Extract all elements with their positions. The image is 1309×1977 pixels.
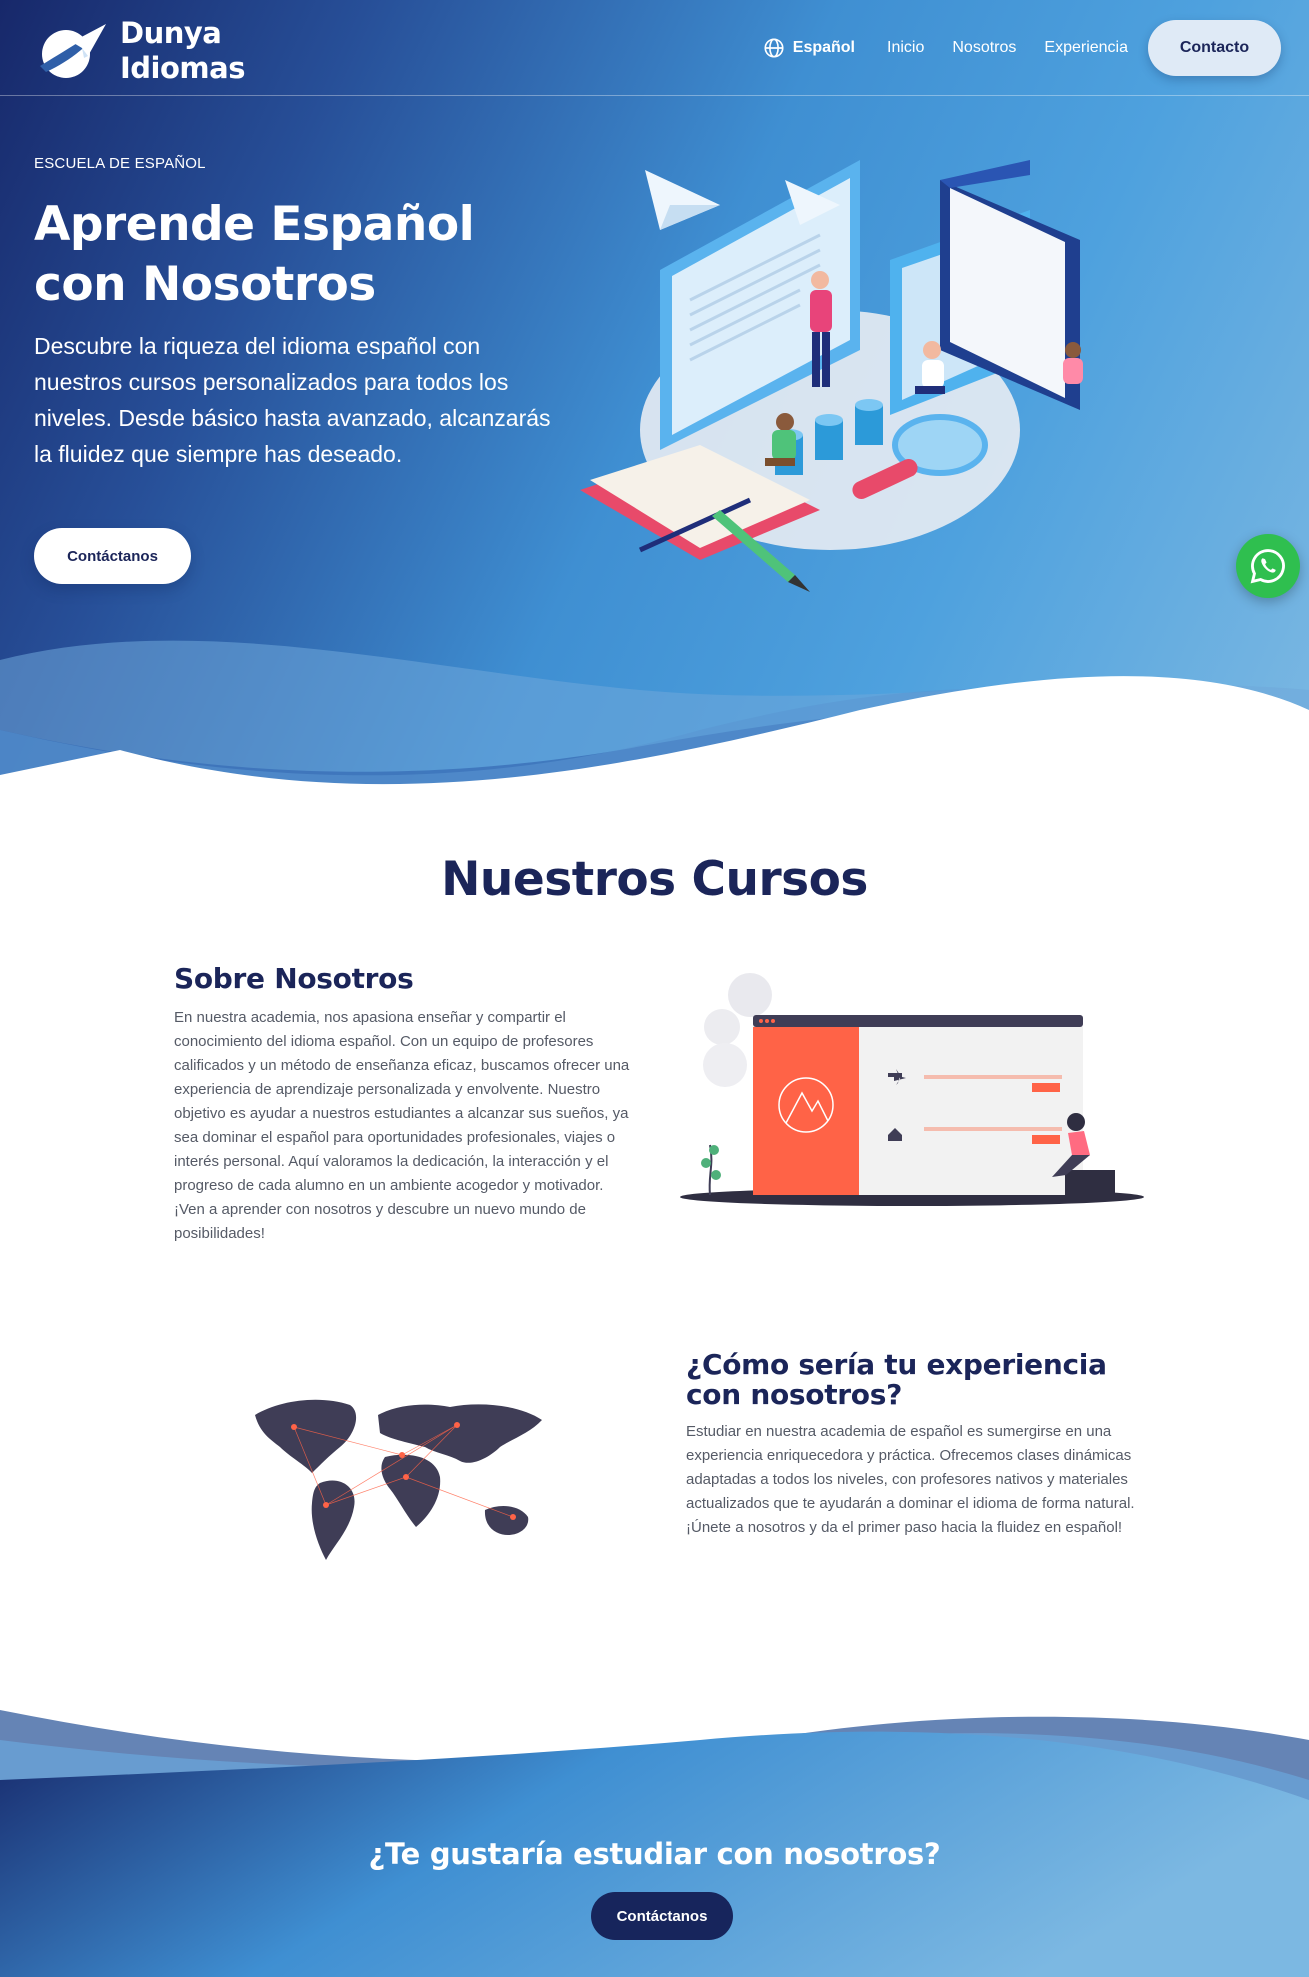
hero-illustration (580, 160, 1083, 592)
hero-section: Dunya Idiomas Español Inicio Nosotros Ex… (0, 0, 1309, 790)
language-selector[interactable]: Español (763, 37, 855, 59)
cta-title: ¿Te gustaría estudiar con nosotros? (368, 1837, 941, 1871)
about-title: Sobre Nosotros (174, 962, 414, 995)
travel-website-illustration (680, 973, 1144, 1206)
plane-logo-icon (40, 24, 106, 78)
globe-icon (764, 38, 784, 58)
hero-title: Aprende Español con Nosotros (34, 197, 475, 312)
navbar: Dunya Idiomas Español Inicio Nosotros Ex… (0, 0, 1309, 96)
hero-description: Descubre la riqueza del idioma español c… (34, 333, 551, 467)
about-text: En nuestra academia, nos apasiona enseña… (174, 1009, 630, 1242)
main-nav: Español Inicio Nosotros Experiencia Cont… (763, 20, 1281, 76)
contact-button[interactable]: Contacto (1148, 20, 1281, 76)
whatsapp-button[interactable] (1236, 534, 1300, 598)
experience-title: ¿Cómo sería tu experiencia con nosotros? (686, 1348, 1107, 1411)
nav-link-inicio[interactable]: Inicio (887, 39, 924, 57)
experience-text: Estudiar en nuestra academia de español … (686, 1423, 1135, 1536)
hero-contact-button[interactable]: Contáctanos (34, 528, 191, 584)
brand-line-2: Idiomas (120, 51, 245, 85)
courses-title: Nuestros Cursos (441, 852, 868, 907)
brand-line-1: Dunya (120, 16, 222, 50)
nav-link-nosotros[interactable]: Nosotros (952, 39, 1016, 57)
cta-contact-button[interactable]: Contáctanos (591, 1892, 733, 1940)
language-label: Español (792, 39, 855, 56)
brand-logo[interactable]: Dunya Idiomas (36, 16, 245, 86)
nav-link-experiencia[interactable]: Experiencia (1044, 39, 1128, 57)
hero-eyebrow: ESCUELA DE ESPAÑOL (34, 155, 206, 172)
whatsapp-icon (1250, 549, 1285, 584)
world-map-illustration (255, 1399, 542, 1560)
